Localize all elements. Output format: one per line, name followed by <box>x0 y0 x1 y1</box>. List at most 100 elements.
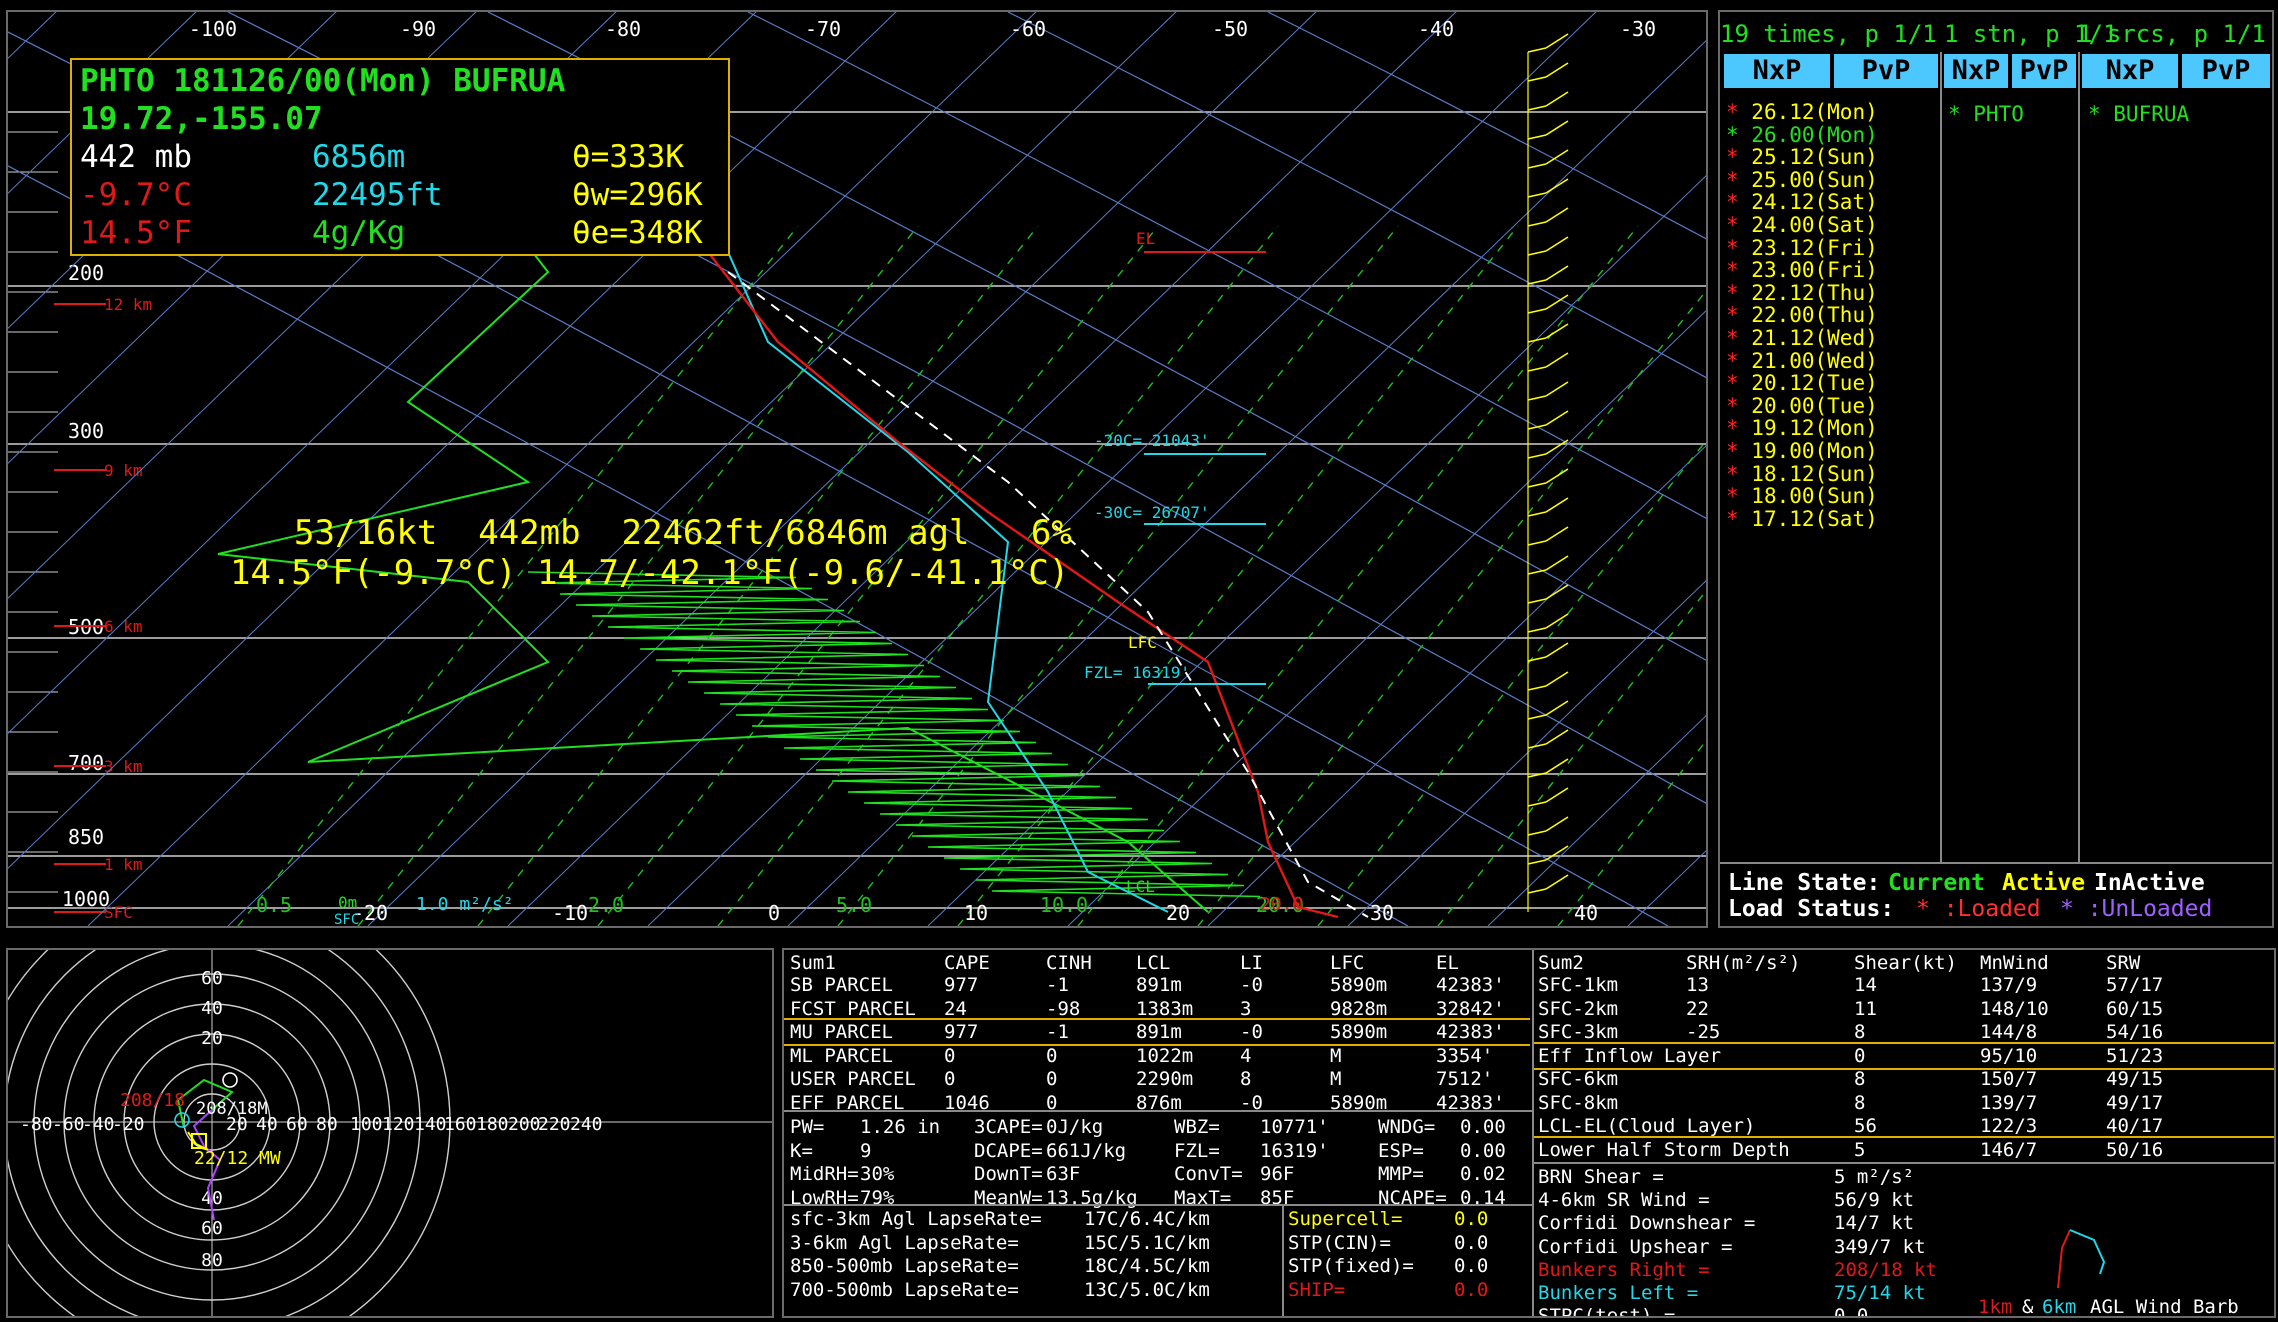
stations-next-page-button[interactable]: NxP <box>1944 54 2008 88</box>
time-list-item[interactable]: * 17.12(Sat) <box>1726 507 1878 531</box>
lower-half-highlight <box>1534 1136 2274 1164</box>
wind-barb-flag <box>1545 816 1569 832</box>
mu-parcel-highlight <box>784 1018 1530 1046</box>
hodograph-panel[interactable]: -80 -60 -40 -20 20 40 60 80 100 120 140 160 180 200 22… <box>6 948 774 1318</box>
mixing-ratio-label: 5.0 <box>836 893 872 917</box>
sum1-header: CINH <box>1046 952 1092 974</box>
zero-m-label: 0m <box>338 893 357 912</box>
mixing-ratio-line <box>1317 439 1706 926</box>
severe-index-table: Supercell= 0.0 STP(CIN)= 0.0 STP(fixed)= 0.0 S… <box>1284 1206 1532 1316</box>
time-list-item[interactable]: * 18.00(Sun) <box>1726 484 1878 508</box>
parcel-value: 42383' <box>1436 974 1505 996</box>
hodograph-x-label: -60 <box>52 1114 85 1135</box>
severe-index-value: 0.0 <box>1454 1255 1489 1277</box>
time-list-item[interactable]: * 19.00(Mon) <box>1726 439 1878 463</box>
parcel-value: 3354' <box>1436 1044 1494 1067</box>
readout-box: PHTO 181126/00(Mon) BUFRUA 19.72,-155.07… <box>70 58 730 256</box>
wind-barb-flag <box>1545 526 1569 542</box>
time-list-item[interactable]: * 24.00(Sat) <box>1726 213 1878 237</box>
parcel-name: ML PARCEL <box>790 1044 893 1067</box>
time-list-item[interactable]: * 19.12(Mon) <box>1726 416 1878 440</box>
wind-barb <box>1527 105 1547 111</box>
layer-value: -25 <box>1686 1021 1721 1043</box>
top-axis-label: -100 <box>189 17 237 41</box>
sum1-header: LFC <box>1330 952 1365 974</box>
wind-barb-flag <box>1545 120 1569 136</box>
time-list-item[interactable]: * 18.12(Sun) <box>1726 462 1878 486</box>
bottom-axis-label: 30 <box>1370 901 1394 925</box>
load-status-star: * <box>1726 303 1752 328</box>
misc-param: 63F <box>1046 1163 1081 1185</box>
sources-next-page-button[interactable]: NxP <box>2082 54 2178 88</box>
parcel-value: 0 <box>1046 1068 1058 1090</box>
layer-value: 49/15 <box>2106 1068 2164 1090</box>
sources-prev-page-button[interactable]: PvP <box>2182 54 2270 88</box>
top-axis-label: -40 <box>1418 17 1454 41</box>
wind-barb <box>1527 714 1547 720</box>
time-list-item[interactable]: * 21.12(Wed) <box>1726 326 1878 350</box>
wind-barb <box>1527 192 1547 198</box>
parcel-value: 1022m <box>1136 1044 1194 1067</box>
wind-barb <box>1527 888 1547 894</box>
height-label: 1 km <box>104 855 143 874</box>
wind-barb-flag <box>1545 758 1569 774</box>
time-list-item[interactable]: * 20.00(Tue) <box>1726 394 1878 418</box>
time-list-item[interactable]: * 22.00(Thu) <box>1726 303 1878 327</box>
severe-index-label: SHIP= <box>1288 1278 1346 1301</box>
wind-barb-flag <box>1545 642 1569 658</box>
top-axis-label: -70 <box>805 17 841 41</box>
top-axis-label: -30 <box>1620 17 1656 41</box>
hodograph-y-label: 60 <box>201 968 223 989</box>
time-label: 23.00(Fri) <box>1751 258 1878 283</box>
time-list-item[interactable]: * 24.12(Sat) <box>1726 190 1878 214</box>
parcel-value: -98 <box>1046 997 1081 1020</box>
times-prev-page-button[interactable]: PvP <box>1834 54 1938 88</box>
time-list-item[interactable]: * 23.12(Fri) <box>1726 236 1878 260</box>
time-label: 18.00(Sun) <box>1751 484 1878 509</box>
layer-value: 150/7 <box>1980 1068 2038 1090</box>
sum1-header: LI <box>1240 952 1263 974</box>
sources-header: 1 srcs, p 1/1 <box>2078 20 2266 48</box>
parcel-name: FCST PARCEL <box>790 997 916 1020</box>
fzl-label: FZL= 16319' <box>1084 663 1190 682</box>
layer-name: SFC-6km <box>1538 1068 1619 1090</box>
time-label: 24.12(Sat) <box>1751 190 1878 215</box>
stations-prev-page-button[interactable]: PvP <box>2012 54 2076 88</box>
wind-barb <box>1527 134 1547 140</box>
time-list-item[interactable]: * 25.00(Sun) <box>1726 168 1878 192</box>
hodograph-x-label: 160 <box>444 1114 477 1135</box>
params-divider <box>1534 1162 2274 1164</box>
time-list-item[interactable]: * 25.12(Sun) <box>1726 145 1878 169</box>
parcel-value: 891m <box>1136 974 1182 996</box>
time-list-item[interactable]: * 20.12(Tue) <box>1726 371 1878 395</box>
skewt-panel[interactable]: 200 300 500 700 850 1000 12 km 9 km 6 km 3 km 1 km… <box>6 10 1708 928</box>
time-list-item[interactable]: * 26.00(Mon) <box>1726 123 1878 147</box>
height-label: 6 km <box>104 617 143 636</box>
parcel-value: 7512' <box>1436 1068 1494 1090</box>
m20-label: -20C= 21043' <box>1094 431 1210 450</box>
params-divider <box>784 1110 1532 1112</box>
layer-value: 60/15 <box>2106 997 2164 1020</box>
pressure-label: 700 <box>68 751 104 775</box>
times-next-page-button[interactable]: NxP <box>1724 54 1830 88</box>
parcel-value: 0 <box>944 1068 956 1090</box>
time-list-item[interactable]: * 26.12(Mon) <box>1726 100 1878 124</box>
column-divider <box>2078 52 2080 862</box>
misc-param: 1.26 in <box>860 1116 941 1138</box>
bunkers-right-label: 208/18 <box>120 1090 185 1111</box>
hodograph[interactable]: -80 -60-40-20 20 40 60 80 100 120 140160 180 20022… <box>8 950 772 1316</box>
cursor-readout-line2: 14.5°F(-9.7°C) 14.7/-42.1°F(-9.6/-41.1°C… <box>230 553 1070 593</box>
lcl-label: LCL <box>1126 877 1155 896</box>
time-list-item[interactable]: * 22.12(Thu) <box>1726 281 1878 305</box>
column-divider <box>1940 52 1942 862</box>
time-list-item[interactable]: * 23.00(Fri) <box>1726 258 1878 282</box>
misc-param: 10771' <box>1260 1116 1329 1138</box>
sum1-header: LCL <box>1136 952 1171 974</box>
time-list-item[interactable]: * 21.00(Wed) <box>1726 349 1878 373</box>
kinematic-label: Bunkers Left = <box>1538 1282 1699 1304</box>
dry-adiabat <box>1007 12 1706 379</box>
station-item-phto[interactable]: * PHTO <box>1948 102 2024 126</box>
source-item-bufrua[interactable]: * BUFRUA <box>2088 102 2189 126</box>
layer-value: 22 <box>1686 997 1709 1020</box>
readout-theta: θ=333K <box>572 139 684 175</box>
